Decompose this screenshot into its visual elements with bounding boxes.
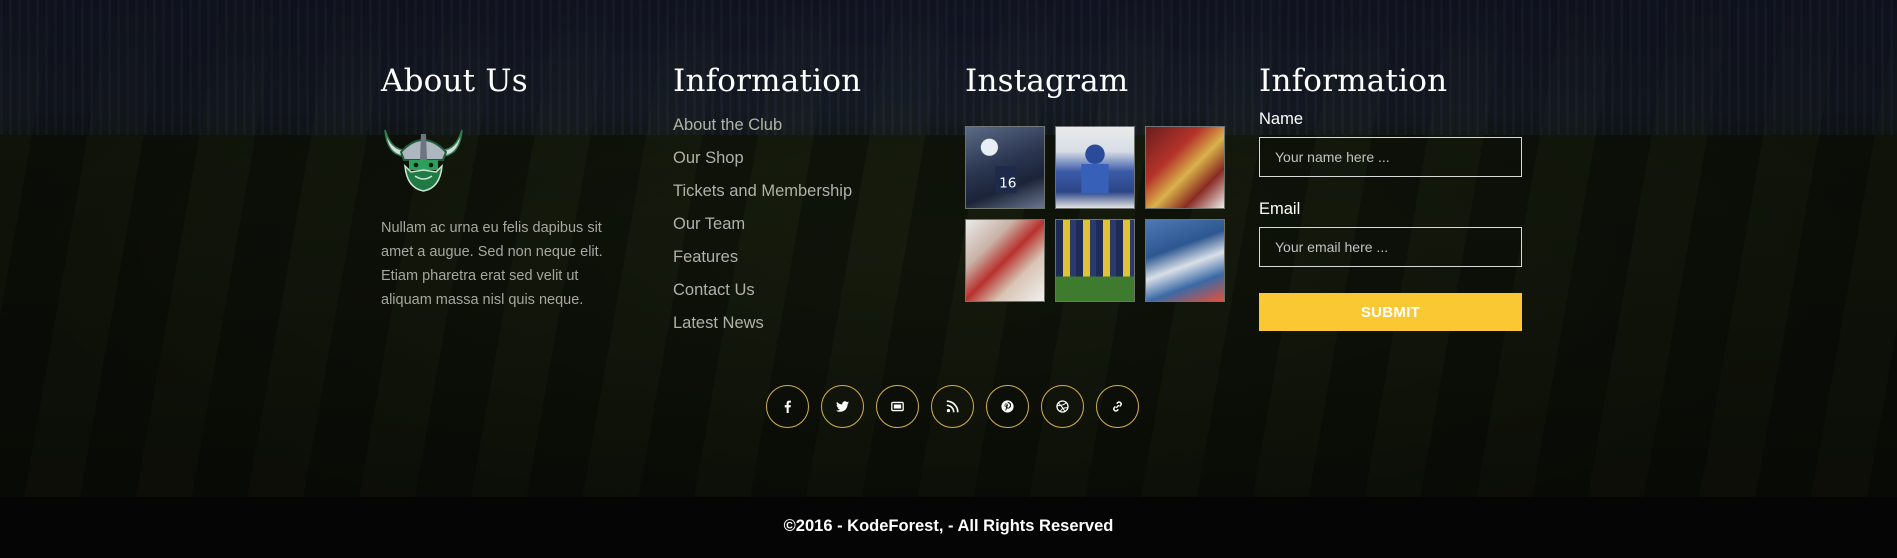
rss-icon[interactable] [931, 385, 974, 428]
instagram-grid: 16 [965, 126, 1230, 302]
youtube-icon[interactable] [876, 385, 919, 428]
instagram-photo-2[interactable] [1055, 126, 1135, 209]
information-section: Information About the Club Our Shop Tick… [673, 62, 923, 340]
link-icon[interactable] [1096, 385, 1139, 428]
footer-link-features[interactable]: Features [673, 241, 923, 274]
email-label: Email [1259, 200, 1301, 218]
twitter-icon[interactable] [821, 385, 864, 428]
submit-button[interactable]: SUBMIT [1259, 293, 1522, 331]
viking-logo-icon [381, 120, 466, 192]
contact-form-section: Information Name Email SUBMIT [1259, 62, 1524, 331]
information-heading: Information [673, 63, 862, 99]
footer-bar: ©2016 - KodeForest, - All Rights Reserve… [0, 497, 1897, 558]
footer-link-contact-us[interactable]: Contact Us [673, 274, 923, 307]
dribbble-icon[interactable] [1041, 385, 1084, 428]
copyright-text: ©2016 - KodeForest, - All Rights Reserve… [783, 517, 1114, 535]
footer-link-our-team[interactable]: Our Team [673, 208, 923, 241]
footer-link-about-club[interactable]: About the Club [673, 109, 923, 142]
instagram-heading: Instagram [965, 63, 1129, 99]
instagram-photo-3[interactable] [1145, 126, 1225, 209]
instagram-photo-5[interactable] [1055, 219, 1135, 302]
name-label: Name [1259, 110, 1304, 128]
svg-text:16: 16 [999, 175, 1016, 191]
instagram-photo-6[interactable] [1145, 219, 1225, 302]
facebook-icon[interactable] [766, 385, 809, 428]
social-links [766, 385, 1139, 428]
background-vignette [0, 0, 1897, 558]
instagram-photo-4[interactable] [965, 219, 1045, 302]
about-text: Nullam ac urna eu felis dapibus sit amet… [381, 220, 603, 308]
instagram-photo-1[interactable]: 16 [965, 126, 1045, 209]
email-input[interactable] [1259, 227, 1522, 267]
about-section: About Us Nullam ac urna eu felis dapibus… [381, 62, 631, 312]
information-links: About the Club Our Shop Tickets and Memb… [673, 109, 923, 340]
form-heading: Information [1259, 63, 1448, 99]
about-heading: About Us [381, 63, 528, 99]
footer-link-our-shop[interactable]: Our Shop [673, 142, 923, 175]
instagram-section: Instagram 16 [965, 62, 1230, 302]
pinterest-icon[interactable] [986, 385, 1029, 428]
name-input[interactable] [1259, 137, 1522, 177]
footer-link-tickets-membership[interactable]: Tickets and Membership [673, 175, 923, 208]
footer-link-latest-news[interactable]: Latest News [673, 307, 923, 340]
